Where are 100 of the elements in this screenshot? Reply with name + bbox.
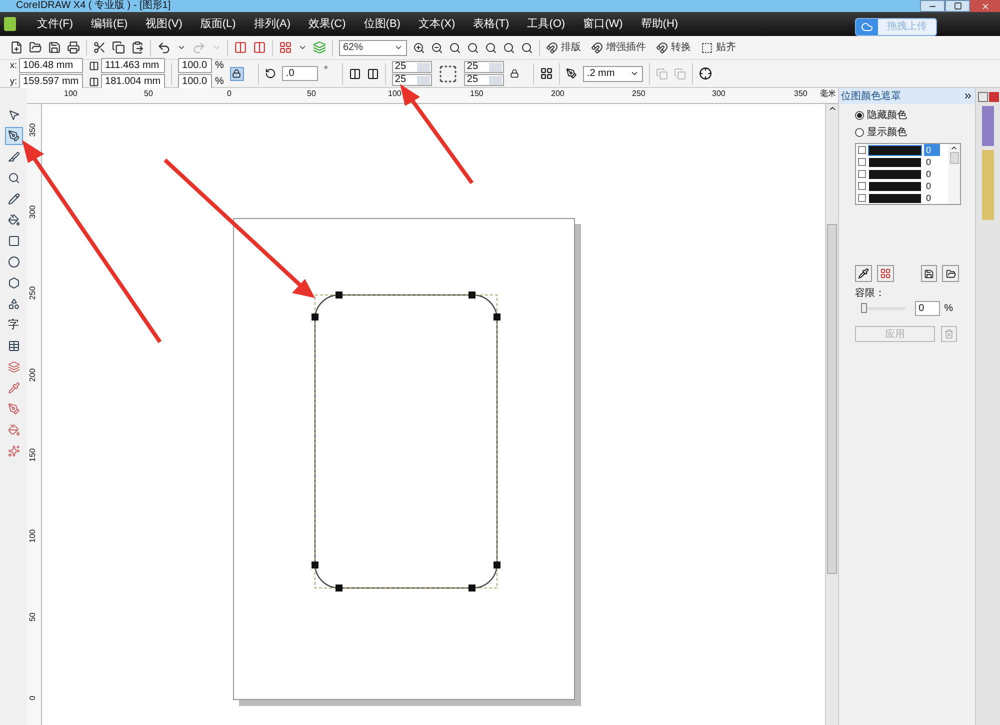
menu-item[interactable]: 排列(A) bbox=[244, 16, 300, 32]
zoom-icon[interactable] bbox=[413, 42, 425, 54]
color-checkbox[interactable] bbox=[858, 194, 866, 202]
toolbar-icon[interactable] bbox=[131, 41, 144, 54]
x-field[interactable]: 106.48 mm bbox=[19, 58, 84, 73]
minimize-icon[interactable] bbox=[978, 92, 988, 102]
height-field[interactable]: 181.004 mm bbox=[101, 74, 166, 89]
selection-handle[interactable] bbox=[468, 584, 476, 592]
menu-item[interactable]: 工具(O) bbox=[518, 16, 574, 32]
corner-radius-field[interactable]: 25 bbox=[464, 74, 504, 86]
selection-handle[interactable] bbox=[494, 314, 500, 320]
color-checkbox[interactable] bbox=[858, 170, 866, 178]
ruler-label: 200 bbox=[551, 89, 564, 98]
tolerance-field[interactable]: 0 bbox=[914, 301, 940, 316]
scroll-up-icon[interactable] bbox=[950, 144, 958, 152]
text-tool[interactable]: 字 bbox=[4, 316, 22, 334]
selection-handle[interactable] bbox=[336, 292, 342, 298]
eyedropper-icon bbox=[858, 268, 869, 279]
color-select-button[interactable] bbox=[876, 265, 894, 282]
ruler-label: 150 bbox=[29, 447, 37, 464]
percent-sign: % bbox=[215, 75, 224, 89]
scroll-thumb[interactable] bbox=[950, 152, 958, 164]
toolbar-icon[interactable] bbox=[67, 41, 80, 54]
tool-button[interactable] bbox=[4, 127, 22, 145]
menu-item[interactable]: 表格(T) bbox=[464, 16, 518, 32]
corner-radius-field[interactable]: 25 bbox=[392, 74, 432, 86]
selection-handle[interactable] bbox=[312, 314, 318, 320]
toolbar-icon[interactable] bbox=[93, 41, 106, 54]
toolbar-icon[interactable] bbox=[10, 41, 23, 54]
corner-radius-field[interactable]: 25 bbox=[464, 61, 504, 73]
scroll-thumb[interactable] bbox=[827, 224, 837, 574]
color-checkbox[interactable] bbox=[858, 158, 866, 166]
ruler-label: 0 bbox=[29, 694, 37, 702]
selection-handle[interactable] bbox=[494, 562, 500, 568]
slider-thumb[interactable] bbox=[861, 303, 867, 313]
zoom-icon[interactable] bbox=[485, 42, 497, 54]
menu-item[interactable]: 文件(F) bbox=[28, 16, 82, 32]
caret-icon[interactable] bbox=[177, 43, 186, 52]
y-field[interactable]: 159.597 mm bbox=[19, 74, 84, 89]
corner-radius-field[interactable]: 25 bbox=[392, 61, 432, 73]
zoom-icon[interactable] bbox=[503, 42, 515, 54]
plugin-button[interactable]: 增强插件 bbox=[591, 40, 650, 55]
toolbar-icon[interactable] bbox=[29, 41, 42, 54]
scroll-up-icon[interactable] bbox=[828, 104, 836, 113]
close-icon[interactable] bbox=[988, 92, 998, 102]
plugin-button[interactable]: 贴齐 bbox=[701, 40, 740, 55]
undo-icon[interactable] bbox=[157, 40, 171, 54]
toolbar-icon[interactable] bbox=[48, 41, 61, 54]
tool-icon bbox=[8, 403, 20, 415]
cloud-icon bbox=[861, 21, 873, 33]
zoom-icon[interactable] bbox=[449, 42, 461, 54]
tolerance-value: 0 bbox=[925, 168, 932, 180]
selection-handle[interactable] bbox=[336, 584, 342, 592]
eyedropper-button[interactable] bbox=[855, 265, 872, 282]
menu-item[interactable]: 文本(X) bbox=[409, 16, 464, 32]
menu-item[interactable]: 效果(C) bbox=[300, 16, 355, 32]
tool-icon bbox=[8, 361, 20, 373]
selection-handle[interactable] bbox=[312, 562, 318, 568]
color-checkbox[interactable] bbox=[858, 182, 866, 190]
radio-button[interactable] bbox=[855, 111, 864, 120]
folder-icon bbox=[946, 268, 956, 278]
menu-item[interactable]: 版面(L) bbox=[191, 16, 245, 32]
maximize-icon bbox=[954, 2, 962, 10]
plugin-button[interactable]: 转换 bbox=[656, 40, 695, 55]
tool-icon bbox=[8, 277, 20, 289]
rotate-icon bbox=[264, 68, 276, 79]
outline-width-dropdown[interactable]: .2 mm bbox=[582, 66, 643, 82]
lock-icon[interactable] bbox=[510, 69, 519, 78]
menu-item[interactable]: 位图(B) bbox=[354, 16, 410, 32]
collapse-icon[interactable] bbox=[963, 91, 973, 101]
lock-ratio-button[interactable] bbox=[230, 66, 244, 80]
zoom-icon[interactable] bbox=[467, 42, 479, 54]
radio-button[interactable] bbox=[855, 128, 864, 137]
color-checkbox[interactable] bbox=[858, 146, 866, 154]
selection-handle[interactable] bbox=[468, 292, 476, 298]
menu-item[interactable]: 帮助(H) bbox=[632, 16, 688, 32]
menu-item[interactable]: 窗口(W) bbox=[574, 16, 632, 32]
trash-icon bbox=[944, 329, 954, 339]
rotation-field[interactable]: .0 bbox=[282, 66, 318, 81]
lock-icon bbox=[232, 69, 242, 78]
open-button[interactable] bbox=[942, 265, 959, 282]
rounded-rectangle[interactable] bbox=[314, 294, 498, 589]
toolbar-icon[interactable] bbox=[112, 41, 125, 54]
zoom-icon[interactable] bbox=[431, 42, 443, 54]
tool-icon bbox=[8, 445, 20, 457]
save-button[interactable] bbox=[920, 265, 938, 282]
scale-field[interactable]: 100.0 bbox=[178, 74, 212, 89]
color-swatch bbox=[869, 170, 921, 178]
ruler-unit: 毫米 bbox=[820, 89, 836, 98]
menu-item[interactable]: 编辑(E) bbox=[82, 16, 137, 32]
zoom-dropdown[interactable]: 62% bbox=[339, 40, 407, 56]
zoom-icon[interactable] bbox=[521, 42, 533, 54]
maximize-button[interactable] bbox=[945, 0, 970, 12]
plugin-icon bbox=[656, 42, 668, 54]
scale-field[interactable]: 100.0 bbox=[178, 58, 212, 73]
caret-icon[interactable] bbox=[298, 43, 307, 52]
plugin-button[interactable]: 排版 bbox=[546, 40, 585, 55]
ruler-label: 300 bbox=[29, 204, 37, 221]
width-field[interactable]: 111.463 mm bbox=[101, 58, 166, 73]
menu-item[interactable]: 视图(V) bbox=[136, 16, 192, 32]
